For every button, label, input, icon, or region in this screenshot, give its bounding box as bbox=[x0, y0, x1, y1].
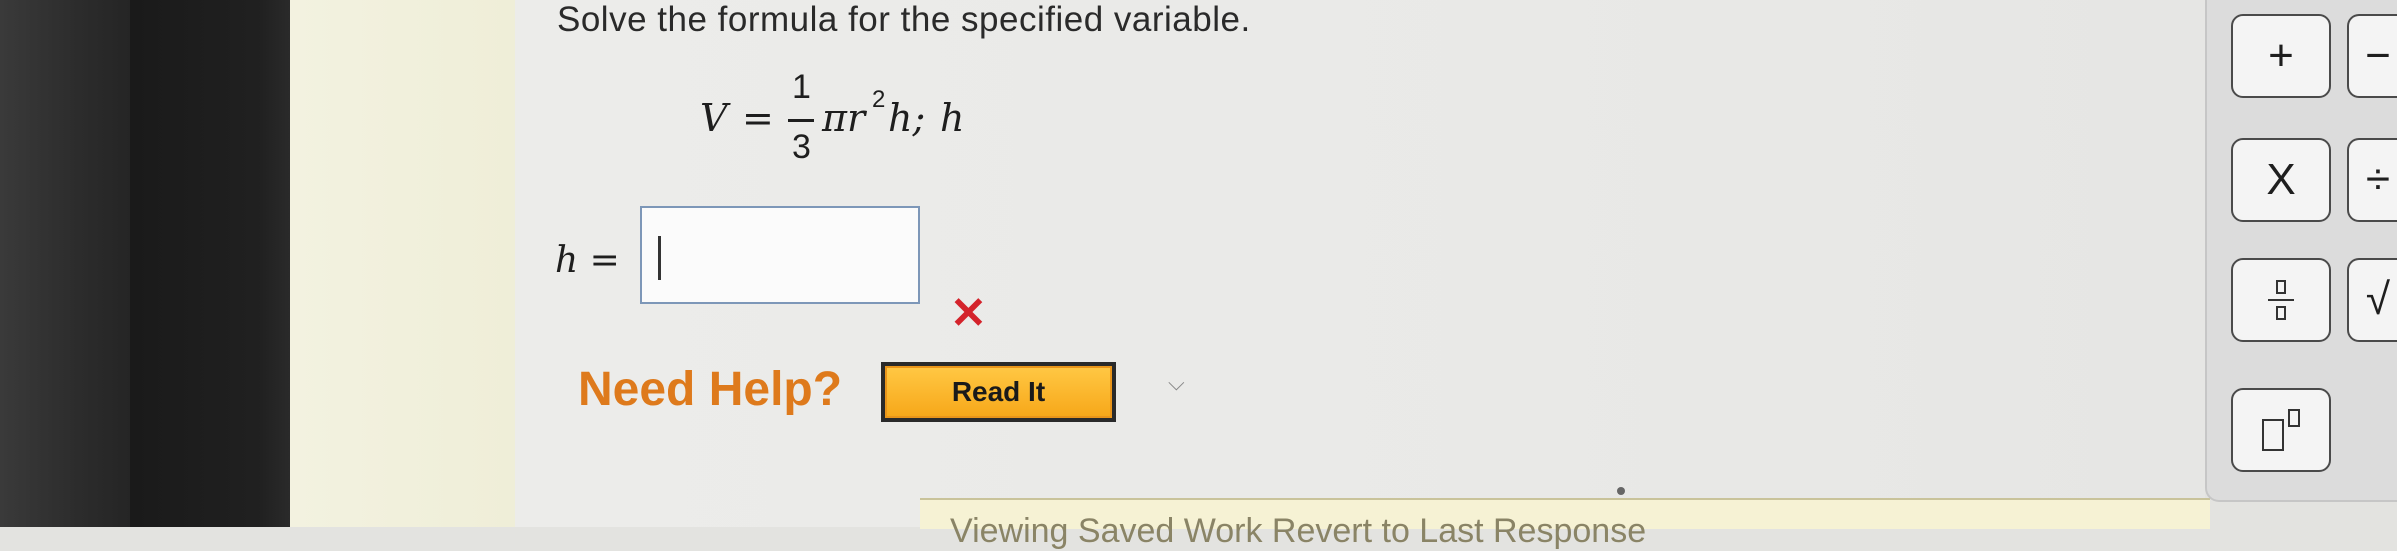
multiply-icon: X bbox=[2266, 155, 2296, 204]
answer-variable: h bbox=[555, 240, 579, 281]
formula-equals: = bbox=[742, 96, 774, 140]
incorrect-icon: ✕ bbox=[950, 289, 987, 338]
minus-button[interactable]: − bbox=[2347, 14, 2397, 98]
sqrt-button[interactable]: √ bbox=[2347, 258, 2397, 342]
formula-exponent: 2 bbox=[872, 86, 886, 113]
fraction-bar bbox=[788, 119, 814, 122]
need-help-label: Need Help? bbox=[578, 363, 843, 416]
formula-lhs: V bbox=[700, 96, 728, 140]
footer-panel: Viewing Saved Work Revert to Last Respon… bbox=[920, 498, 2210, 550]
formula-tail: h; bbox=[888, 96, 926, 140]
fraction-icon bbox=[2268, 280, 2294, 320]
fraction-numerator: 1 bbox=[792, 68, 811, 106]
cursor-mark-icon: ⌵ bbox=[1168, 370, 1185, 395]
text-caret bbox=[658, 236, 661, 280]
multiply-button[interactable]: X bbox=[2231, 138, 2331, 222]
left-margin-strip bbox=[290, 0, 515, 527]
screen-bezel bbox=[0, 0, 130, 527]
formula-body: πr bbox=[822, 96, 866, 140]
sqrt-icon: √ bbox=[2365, 275, 2391, 324]
fraction-denominator: 3 bbox=[792, 128, 811, 166]
read-it-button[interactable]: Read It bbox=[881, 362, 1116, 422]
minus-icon: − bbox=[2365, 31, 2391, 80]
plus-button[interactable]: + bbox=[2231, 14, 2331, 98]
divide-button[interactable]: ÷ bbox=[2347, 138, 2397, 222]
exponent-icon bbox=[2262, 409, 2300, 451]
plus-icon: + bbox=[2268, 31, 2294, 80]
read-it-label: Read It bbox=[885, 366, 1112, 418]
question-prompt: Solve the formula for the specified vari… bbox=[557, 0, 1251, 39]
screen-bezel-inner bbox=[130, 0, 290, 527]
answer-equals: = bbox=[589, 240, 620, 281]
answer-input[interactable] bbox=[640, 206, 920, 304]
formula-target-variable: h bbox=[940, 96, 965, 140]
divide-icon: ÷ bbox=[2365, 155, 2391, 204]
math-palette: + − X ÷ √ bbox=[2205, 0, 2397, 502]
answer-label: h = bbox=[555, 240, 620, 281]
fraction-button[interactable] bbox=[2231, 258, 2331, 342]
exponent-button[interactable] bbox=[2231, 388, 2331, 472]
footer-text[interactable]: Viewing Saved Work Revert to Last Respon… bbox=[950, 512, 1646, 551]
dot-mark bbox=[1617, 487, 1625, 495]
